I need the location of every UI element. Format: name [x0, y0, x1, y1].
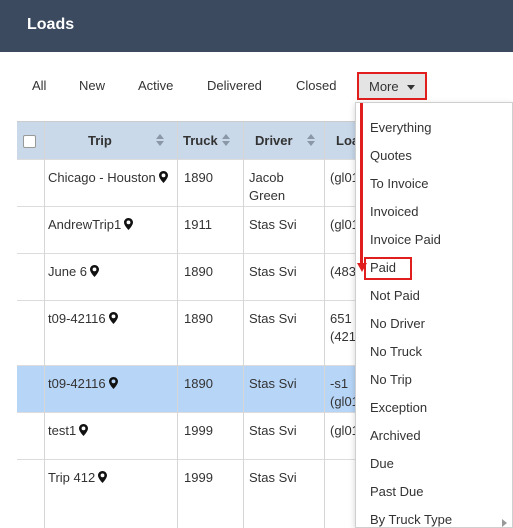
- tab-more-dropdown[interactable]: More: [357, 72, 427, 100]
- driver-cell: Stas Svi: [249, 376, 297, 391]
- annotation-arrow: [360, 103, 363, 267]
- select-all-checkbox[interactable]: [23, 135, 36, 148]
- driver-cell: Stas Svi: [249, 217, 297, 232]
- menu-item-by-truck-type[interactable]: By Truck Type: [370, 512, 452, 527]
- driver-cell: Jacob Green: [249, 170, 286, 203]
- map-pin-icon[interactable]: [124, 218, 134, 230]
- page-title: Loads: [27, 16, 75, 33]
- truck-cell: 1911: [184, 217, 212, 232]
- column-header-driver[interactable]: Driver: [243, 122, 325, 159]
- tab-delivered[interactable]: Delivered: [207, 78, 262, 93]
- map-pin-icon[interactable]: [108, 312, 118, 324]
- menu-item-paid[interactable]: Paid: [370, 260, 396, 275]
- page-header: Loads: [0, 0, 513, 52]
- truck-cell: 1890: [184, 264, 213, 279]
- sort-icon: [222, 134, 230, 148]
- menu-item-exception[interactable]: Exception: [370, 400, 427, 415]
- load-cell: (483: [330, 264, 357, 279]
- menu-item-invoiced[interactable]: Invoiced: [370, 204, 418, 219]
- truck-cell: 1999: [184, 470, 213, 485]
- trip-cell[interactable]: June 6: [48, 263, 100, 281]
- menu-item-no-truck[interactable]: No Truck: [370, 344, 422, 359]
- trip-cell[interactable]: t09-42116: [48, 375, 118, 393]
- menu-item-due[interactable]: Due: [370, 456, 394, 471]
- truck-cell: 1890: [184, 376, 213, 391]
- sort-icon: [156, 134, 164, 148]
- map-pin-icon[interactable]: [79, 424, 89, 436]
- menu-item-no-driver[interactable]: No Driver: [370, 316, 425, 331]
- column-header-trip[interactable]: Trip: [45, 122, 177, 159]
- trip-cell[interactable]: test1: [48, 422, 89, 440]
- map-pin-icon[interactable]: [90, 265, 100, 277]
- tab-all[interactable]: All: [32, 78, 46, 93]
- chevron-right-icon: [502, 519, 507, 527]
- trip-cell[interactable]: Trip 412: [48, 469, 108, 487]
- menu-item-not-paid[interactable]: Not Paid: [370, 288, 420, 303]
- menu-item-to-invoice[interactable]: To Invoice: [370, 176, 429, 191]
- more-filter-menu: Everything Quotes To Invoice Invoiced Invoic…: [355, 102, 513, 528]
- menu-item-quotes[interactable]: Quotes: [370, 148, 412, 163]
- menu-item-archived[interactable]: Archived: [370, 428, 421, 443]
- sort-icon: [307, 134, 315, 148]
- truck-cell: 1890: [184, 170, 213, 185]
- driver-cell: Stas Svi: [249, 423, 297, 438]
- menu-item-no-trip[interactable]: No Trip: [370, 372, 412, 387]
- truck-cell: 1999: [184, 423, 213, 438]
- tab-new[interactable]: New: [79, 78, 105, 93]
- menu-item-everything[interactable]: Everything: [370, 120, 431, 135]
- map-pin-icon[interactable]: [108, 377, 118, 389]
- menu-item-past-due[interactable]: Past Due: [370, 484, 423, 499]
- map-pin-icon[interactable]: [98, 471, 108, 483]
- driver-cell: Stas Svi: [249, 470, 297, 485]
- tab-more-label: More: [369, 79, 399, 94]
- map-pin-icon[interactable]: [158, 171, 168, 183]
- tab-closed[interactable]: Closed: [296, 78, 336, 93]
- trip-cell[interactable]: t09-42116: [48, 310, 118, 328]
- tab-active[interactable]: Active: [138, 78, 173, 93]
- driver-cell: Stas Svi: [249, 264, 297, 279]
- filter-tabs: All New Active Delivered Closed More: [0, 70, 513, 104]
- trip-cell[interactable]: Chicago - Houston: [48, 169, 168, 187]
- truck-cell: 1890: [184, 311, 213, 326]
- menu-item-invoice-paid[interactable]: Invoice Paid: [370, 232, 441, 247]
- caret-down-icon: [407, 85, 415, 90]
- trip-cell[interactable]: AndrewTrip1: [48, 216, 134, 234]
- column-header-truck[interactable]: Truck: [177, 122, 243, 159]
- driver-cell: Stas Svi: [249, 311, 297, 326]
